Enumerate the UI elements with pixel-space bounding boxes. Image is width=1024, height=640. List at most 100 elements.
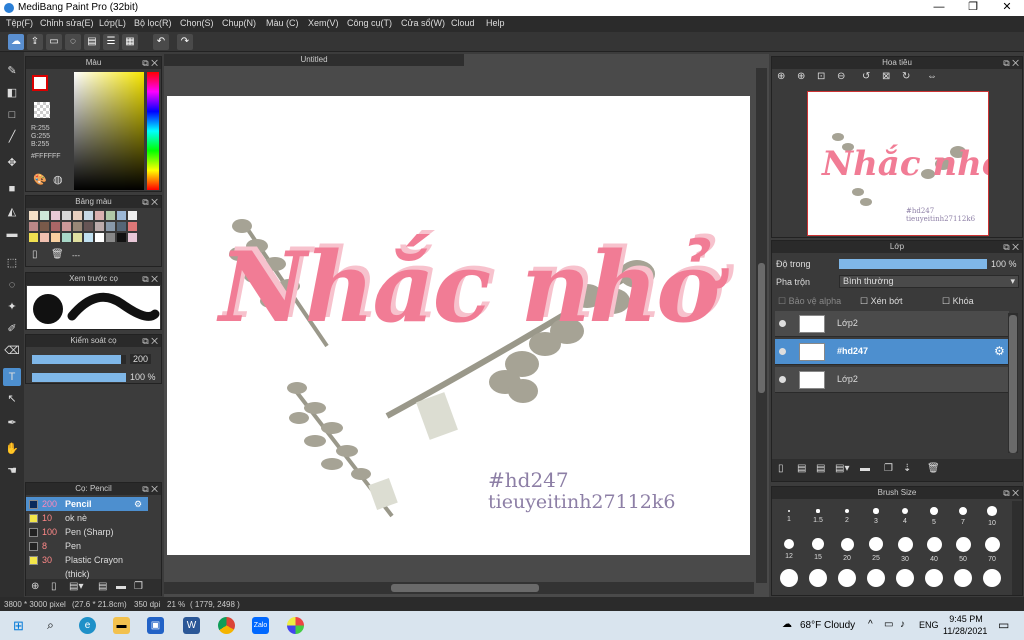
new-layer-icon[interactable]: ▯	[778, 463, 784, 474]
brush-size-option[interactable]: 70	[979, 536, 1005, 566]
zoom-in-icon[interactable]: ⊕	[777, 71, 785, 82]
foreground-color-swatch[interactable]	[32, 75, 48, 91]
layer-row[interactable]: #hd247 ⚙	[775, 339, 1009, 365]
menu-cloud[interactable]: Cloud	[451, 18, 475, 28]
zoom-icon[interactable]: ⊕	[797, 71, 805, 82]
brush-size-option[interactable]: 12	[776, 536, 802, 566]
copy-icon[interactable]: ❐	[134, 581, 143, 592]
text-tool-icon[interactable]: T	[3, 368, 21, 386]
network-icon[interactable]: ▭	[884, 619, 893, 630]
brush-size-option[interactable]: 40	[921, 536, 947, 566]
medibang-icon[interactable]	[287, 617, 304, 634]
drawing-canvas[interactable]: Nhắc nhở #hd247 tieuyeitinh27112k6	[167, 96, 750, 555]
lock-checkbox[interactable]: ☐ Khóa	[942, 296, 974, 307]
close-icon[interactable]: ⧉ ✕	[142, 57, 158, 69]
saturation-value-picker[interactable]	[74, 72, 144, 190]
navigator-thumbnail[interactable]: Nhắc nhở #hd247 tieuyeitinh27112k6	[807, 91, 989, 236]
horizontal-scrollbar[interactable]	[164, 582, 754, 594]
magic-wand-icon[interactable]: ✦	[3, 298, 21, 316]
select-tool-icon[interactable]: ⬚	[3, 254, 21, 272]
brush-size-option[interactable]: 1.5	[805, 503, 831, 533]
scroll-thumb[interactable]	[391, 584, 539, 592]
menu-edit[interactable]: Chỉnh sửa(E)	[40, 18, 94, 28]
dropper-tool-icon[interactable]: ✒	[3, 414, 21, 432]
brush-size-option[interactable]: 3	[863, 503, 889, 533]
layer-scrollbar[interactable]	[1008, 313, 1018, 453]
share-icon[interactable]: ⇪	[27, 34, 43, 50]
brush-size-option[interactable]: 25	[863, 536, 889, 566]
brush-size-option[interactable]: 50	[950, 536, 976, 566]
brush-list-item[interactable]: 100 Pen (Sharp)	[26, 525, 148, 539]
menu-color[interactable]: Màu (C)	[266, 18, 299, 28]
brush-size-option[interactable]	[921, 569, 947, 589]
redo-button[interactable]: ↷	[177, 34, 193, 50]
visibility-eye-icon[interactable]	[779, 320, 786, 327]
layer-opacity-slider[interactable]	[839, 259, 987, 269]
brush-list-item[interactable]: 200 Pencil ⚙	[26, 497, 148, 511]
word-icon[interactable]: W	[183, 617, 200, 634]
close-icon[interactable]: ⧉ ✕	[1003, 57, 1019, 69]
layer-row[interactable]: Lớp2	[775, 367, 1009, 393]
document-icon[interactable]: ▤	[84, 34, 100, 50]
brush-size-option[interactable]: 7	[950, 503, 976, 533]
rotate-left-icon[interactable]: ↺	[862, 71, 870, 82]
brush-size-option[interactable]	[950, 569, 976, 589]
close-icon[interactable]: ⧉ ✕	[142, 196, 158, 208]
rect-tool-icon[interactable]: □	[3, 106, 21, 124]
chat-icon[interactable]: ◌	[65, 34, 81, 50]
clock-date[interactable]: 11/28/2021	[943, 626, 987, 636]
weather-text[interactable]: 68°F Cloudy	[800, 620, 855, 631]
hand-tool-icon[interactable]: ✋	[3, 440, 21, 458]
menu-tools[interactable]: Công cụ(T)	[347, 18, 392, 28]
palette-icon[interactable]: 🎨	[33, 173, 47, 186]
gradient-tool-icon[interactable]: ▬	[3, 225, 21, 243]
folder-icon[interactable]: ▬	[860, 463, 870, 474]
language-indicator[interactable]: ENG	[919, 620, 939, 630]
trash-icon[interactable]: 🗑	[927, 463, 940, 474]
brush-list-item[interactable]: 8 Pen	[26, 539, 148, 553]
brush-list-item[interactable]: 10 ok nè	[26, 511, 148, 525]
gear-icon[interactable]: ⚙	[134, 497, 142, 511]
merge-icon[interactable]: ⇣	[903, 463, 911, 474]
visibility-eye-icon[interactable]	[779, 348, 786, 355]
bucket-tool-icon[interactable]: ◭	[3, 203, 21, 221]
brush-size-option[interactable]	[979, 569, 1005, 589]
menu-filter[interactable]: Bộ lọc(R)	[134, 18, 172, 28]
close-icon[interactable]: ⧉ ✕	[1003, 241, 1019, 253]
gear-icon[interactable]: ⚙	[994, 344, 1005, 358]
brush-size-slider[interactable]	[32, 355, 126, 364]
move-tool-icon[interactable]: ✥	[3, 154, 21, 172]
brush-size-option[interactable]	[776, 569, 802, 589]
line-tool-icon[interactable]: ╱	[3, 128, 21, 146]
protect-alpha-checkbox[interactable]: ☐ Bảo vệ alpha	[778, 296, 841, 307]
brush-size-option[interactable]: 1	[776, 503, 802, 533]
menu-file[interactable]: Tệp(F)	[6, 18, 33, 28]
folder-icon[interactable]: ▬	[116, 581, 126, 592]
maximize-button[interactable]: ❐	[956, 0, 990, 16]
brush-size-option[interactable]	[863, 569, 889, 589]
brush-size-option[interactable]: 2	[834, 503, 860, 533]
brush-tool-icon[interactable]: ✎	[3, 62, 21, 80]
list-icon[interactable]: ☰	[103, 34, 119, 50]
close-icon[interactable]: ⧉ ✕	[142, 273, 158, 285]
brush-size-option[interactable]: 5	[921, 503, 947, 533]
add-brush-icon[interactable]: ⊕	[31, 581, 39, 592]
brush-size-option[interactable]: 10	[979, 503, 1005, 533]
flip-icon[interactable]: ⇔	[927, 71, 937, 82]
brush-size-option[interactable]: 15	[805, 536, 831, 566]
minimize-button[interactable]: —	[922, 0, 956, 16]
color-history-icon[interactable]: ◍	[53, 173, 63, 186]
clock-time[interactable]: 9:45 PM	[946, 614, 986, 624]
brush-size-option[interactable]: 20	[834, 536, 860, 566]
brush-size-scrollbar[interactable]	[1012, 501, 1022, 595]
search-icon[interactable]: ⌕	[42, 617, 59, 634]
duplicate-icon[interactable]: ❐	[884, 463, 893, 474]
scroll-thumb[interactable]	[758, 263, 765, 393]
edge-icon[interactable]: e	[79, 617, 96, 634]
windows-start-icon[interactable]: ⊞	[10, 617, 27, 634]
new-file-icon[interactable]: ▯	[51, 581, 57, 592]
tray-chevron-icon[interactable]: ^	[868, 619, 873, 630]
menu-layer[interactable]: Lớp(L)	[99, 18, 126, 28]
menu-snap[interactable]: Chụp(N)	[222, 18, 256, 28]
menu-help[interactable]: Help	[486, 18, 505, 28]
